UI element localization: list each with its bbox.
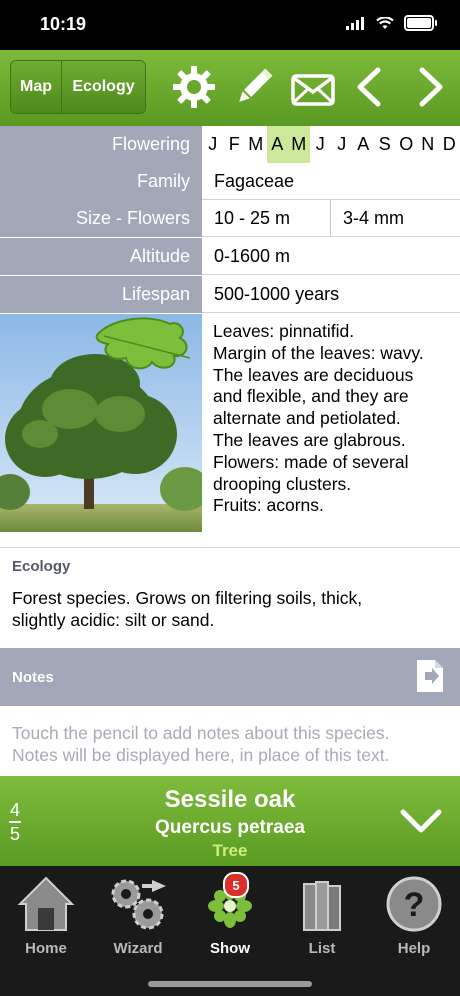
description-line: The leaves are glabrous. [213,429,406,450]
signal-icon [346,16,364,30]
month-cell: N [421,134,435,154]
flower-size-value: 3-4 mm [343,208,405,228]
lifespan-label: Lifespan [0,276,202,313]
description-line: Flowers: made of several [213,451,409,472]
wifi-icon [376,16,394,29]
map-button[interactable]: Map [11,61,62,113]
family-row: Family Fagaceae [0,163,460,201]
notes-line: Touch the pencil to add notes about this… [12,723,390,743]
gears-icon [111,879,166,930]
size-label: Size - Flowers [0,200,202,237]
notes-title: Notes [12,669,54,686]
envelope-icon[interactable] [290,64,336,110]
lifespan-value: 500-1000 years [202,276,460,313]
chevron-right-icon[interactable] [408,64,454,110]
view-segmented-control: Map Ecology [10,60,146,114]
notes-header: Notes [0,648,460,706]
tab-wizard[interactable]: Wizard [92,872,184,964]
month-cell: J [315,134,325,154]
month-cell: D [442,134,456,154]
notification-badge: 5 [223,872,249,898]
latin-name: Quercus petraea [155,817,305,838]
month-cell: M [288,126,310,163]
month-cell: A [266,126,288,163]
status-icons [346,15,437,31]
description-line: The leaves are deciduous [213,364,414,385]
help-icon: ? [386,876,442,932]
altitude-row: Altitude 0-1600 m [0,238,460,276]
altitude-label: Altitude [0,238,202,275]
month-cell: S [378,134,391,154]
gear-icon[interactable] [171,64,217,110]
ecology-text: Forest species. Grows on filtering soils… [12,587,452,631]
tab-bar: Home Wizard 5 Show List ? Help [0,866,460,996]
battery-icon [404,15,437,31]
month-cell: J [337,134,347,154]
species-description: Leaves: pinnatifid. Margin of the leaves:… [213,321,453,517]
lifespan-row: Lifespan 500-1000 years [0,276,460,314]
notes-line: Notes will be displayed here, in place o… [12,745,390,765]
species-header: 4 5 Sessile oak Quercus petraea Tree [0,776,460,866]
family-value: Fagaceae [202,163,460,200]
tab-label: List [308,940,336,957]
chevron-down-icon[interactable] [398,804,444,838]
ecology-button[interactable]: Ecology [62,61,145,113]
description-line: Leaves: pinnatifid. [213,321,355,341]
home-indicator[interactable] [148,981,312,987]
month-cell: A [357,134,370,154]
month-cell: F [228,134,240,154]
export-document-icon[interactable] [416,659,444,693]
status-time: 10:19 [40,14,87,34]
common-name: Sessile oak [164,786,296,813]
flowering-label: Flowering [0,126,202,163]
flowering-row: Flowering JFMAMJJASOND [0,126,460,164]
tab-show[interactable]: 5 Show [184,872,276,964]
status-bar: 10:19 [0,0,460,50]
description-line: and flexible, and they are [213,386,409,407]
tab-home[interactable]: Home [0,872,92,964]
ecology-title: Ecology [12,558,71,575]
description-line: Fruits: acorns. [213,495,324,516]
tab-label: Home [25,940,67,957]
month-cell: O [399,134,414,154]
flowering-months: JFMAMJJASOND [202,126,460,163]
tab-label: Help [397,940,431,957]
month-cell: M [248,134,264,154]
altitude-value: 0-1600 m [202,238,460,275]
tab-help[interactable]: ? Help [368,872,460,964]
description-line: Margin of the leaves: wavy. [213,342,424,363]
home-icon [17,876,75,931]
books-icon [303,881,341,931]
pencil-icon[interactable] [231,64,277,110]
family-label: Family [0,163,202,200]
description-line: drooping clusters. [213,473,352,494]
species-type: Tree [212,841,248,860]
ecology-line: Forest species. Grows on filtering soils… [12,588,363,608]
tab-label: Show [210,940,250,957]
tab-list[interactable]: List [276,872,368,964]
toolbar: Map Ecology [0,50,460,126]
species-photo[interactable] [0,314,202,532]
size-row: Size - Flowers 10 - 25 m 3-4 mm [0,200,460,238]
ecology-line: slightly acidic: silt or sand. [12,610,215,630]
description-line: alternate and petiolated. [213,408,401,429]
notes-placeholder[interactable]: Touch the pencil to add notes about this… [12,722,452,766]
divider [0,547,460,548]
month-cell: J [208,134,218,154]
tab-label: Wizard [113,940,163,957]
svg-text:?: ? [404,886,425,924]
chevron-left-icon[interactable] [346,64,392,110]
